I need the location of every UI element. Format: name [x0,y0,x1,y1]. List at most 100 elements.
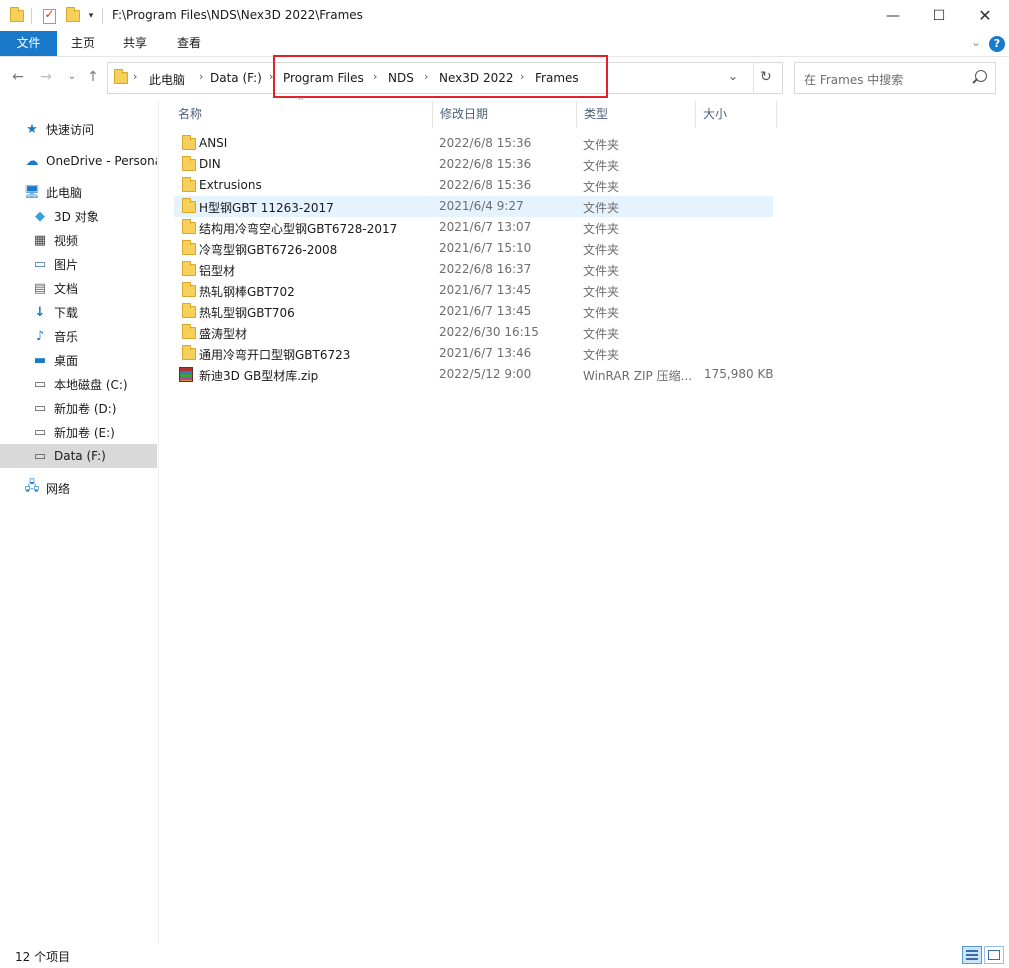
nav-downloads[interactable]: ↓ 下载 [0,300,157,324]
document-icon: ▤ [33,280,47,296]
nav-label: 图片 [54,257,79,272]
chevron-right-icon[interactable]: › [199,70,203,83]
folder-icon [8,7,26,25]
file-date: 2021/6/7 13:45 [439,304,532,318]
folder-icon [182,135,196,150]
new-folder-icon[interactable] [64,7,82,25]
nav-label: 此电脑 [46,185,83,200]
column-size[interactable]: 大小 [696,101,777,128]
music-icon: ♪ [35,328,45,344]
file-type: 文件夹 [583,348,620,362]
nav-onedrive[interactable]: ☁ OneDrive - Persona [0,149,158,173]
nav-drive-f[interactable]: ▭ Data (F:) [0,444,157,468]
nav-drive-c[interactable]: ▭ 本地磁盘 (C:) [0,372,157,396]
window-title: F:\Program Files\NDS\Nex3D 2022\Frames [112,8,363,22]
nav-network[interactable]: 🖧 网络 [0,476,157,500]
chevron-right-icon[interactable]: › [133,70,137,83]
file-date: 2021/6/7 13:07 [439,220,532,234]
file-date: 2022/6/30 16:15 [439,325,539,339]
file-type: 文件夹 [583,180,620,194]
table-row[interactable]: 冷弯型钢GBT6726-2008 2021/6/7 15:10 文件夹 [174,238,773,259]
maximize-icon[interactable]: ☐ [916,0,962,31]
table-row[interactable]: 热轧型钢GBT706 2021/6/7 13:45 文件夹 [174,301,773,322]
nav-label: 新加卷 (D:) [54,401,117,416]
table-row[interactable]: 盛涛型材 2022/6/30 16:15 文件夹 [174,322,773,343]
nav-label: 视频 [54,233,79,248]
table-row[interactable]: ANSI 2022/6/8 15:36 文件夹 [174,133,773,154]
nav-drive-e[interactable]: ▭ 新加卷 (E:) [0,420,157,444]
tab-view[interactable]: 查看 [161,31,217,56]
folder-icon [182,282,196,297]
close-icon[interactable]: ✕ [962,0,1008,31]
customize-toolbar-icon[interactable]: ▾ [85,7,97,25]
column-header: ^ 名称 修改日期 类型 大小 [171,97,777,128]
file-name: H型钢GBT 11263-2017 [199,201,334,215]
file-type: 文件夹 [583,285,620,299]
nav-drive-d[interactable]: ▭ 新加卷 (D:) [0,396,157,420]
column-date[interactable]: 修改日期 [433,101,577,128]
drive-icon: ▭ [33,424,47,440]
breadcrumb-drive-f[interactable]: Data (F:) [210,71,262,85]
table-row[interactable]: 热轧钢棒GBT702 2021/6/7 13:45 文件夹 [174,280,773,301]
file-type: 文件夹 [583,159,620,173]
table-row[interactable]: 结构用冷弯空心型钢GBT6728-2017 2021/6/7 13:07 文件夹 [174,217,773,238]
properties-icon[interactable] [40,7,58,25]
search-placeholder: 在 Frames 中搜索 [804,73,904,87]
file-name: 新迪3D GB型材库.zip [199,369,319,383]
back-icon[interactable]: ← [9,69,27,85]
table-row[interactable]: 通用冷弯开口型钢GBT6723 2021/6/7 13:46 文件夹 [174,343,773,364]
cloud-icon: ☁ [25,153,39,169]
nav-documents[interactable]: ▤ 文档 [0,276,157,300]
tab-share[interactable]: 共享 [109,31,161,56]
nav-music[interactable]: ♪ 音乐 [0,324,157,348]
file-date: 2022/6/8 16:37 [439,262,532,276]
file-date: 2021/6/7 13:46 [439,346,532,360]
search-icon[interactable] [975,70,987,82]
nav-3d-objects[interactable]: ◆ 3D 对象 [0,204,157,228]
refresh-icon[interactable]: ↻ [760,69,772,85]
nav-label: 本地磁盘 (C:) [54,377,128,392]
file-type: 文件夹 [583,222,620,236]
divider [31,8,32,24]
table-row[interactable]: DIN 2022/6/8 15:36 文件夹 [174,154,773,175]
folder-icon [182,240,196,255]
recent-locations-icon[interactable]: ⌄ [63,71,81,82]
nav-label: 3D 对象 [54,209,99,224]
star-icon: ★ [26,121,38,137]
file-type: WinRAR ZIP 压缩... [583,369,693,383]
nav-label: OneDrive - Persona [46,154,157,168]
expand-ribbon-icon[interactable]: ⌄ [971,35,981,49]
navigation-pane: ★ 快速访问 ☁ OneDrive - Persona 🖥 此电脑 ◆ 3D 对… [0,101,159,944]
nav-this-pc[interactable]: 🖥 此电脑 [0,180,157,204]
breadcrumb-this-pc[interactable]: 此电脑 [149,71,185,88]
divider [753,63,754,93]
ribbon: 文件 主页 共享 查看 ⌄ ? [0,31,1009,57]
file-name: 铝型材 [199,264,236,278]
tab-home[interactable]: 主页 [57,31,109,56]
column-type[interactable]: 类型 [577,101,696,128]
minimize-icon[interactable]: — [870,0,916,31]
tab-file[interactable]: 文件 [0,31,57,56]
details-view-icon[interactable] [962,946,982,964]
forward-icon[interactable]: → [37,69,55,85]
nav-quick-access[interactable]: ★ 快速访问 [0,117,157,141]
nav-videos[interactable]: ▦ 视频 [0,228,157,252]
up-icon[interactable]: ↑ [84,69,102,85]
large-icons-view-icon[interactable] [984,946,1004,964]
nav-desktop[interactable]: ▬ 桌面 [0,348,157,372]
file-date: 2021/6/4 9:27 [439,199,524,213]
address-dropdown-icon[interactable]: ⌄ [728,69,738,83]
table-row[interactable]: Extrusions 2022/6/8 15:36 文件夹 [174,175,773,196]
table-row[interactable]: 新迪3D GB型材库.zip 2022/5/12 9:00 WinRAR ZIP 压… [174,364,774,385]
table-row[interactable]: H型钢GBT 11263-2017 2021/6/4 9:27 文件夹 [174,196,773,217]
folder-icon [182,261,196,276]
nav-label: 桌面 [54,353,79,368]
file-date: 2022/6/8 15:36 [439,136,532,150]
file-name: 冷弯型钢GBT6726-2008 [199,243,338,257]
column-name[interactable]: 名称 [171,101,433,128]
nav-label: 快速访问 [46,122,95,137]
help-icon[interactable]: ? [989,36,1005,52]
nav-pictures[interactable]: ▭ 图片 [0,252,157,276]
table-row[interactable]: 铝型材 2022/6/8 16:37 文件夹 [174,259,773,280]
search-input[interactable]: 在 Frames 中搜索 [794,62,996,94]
